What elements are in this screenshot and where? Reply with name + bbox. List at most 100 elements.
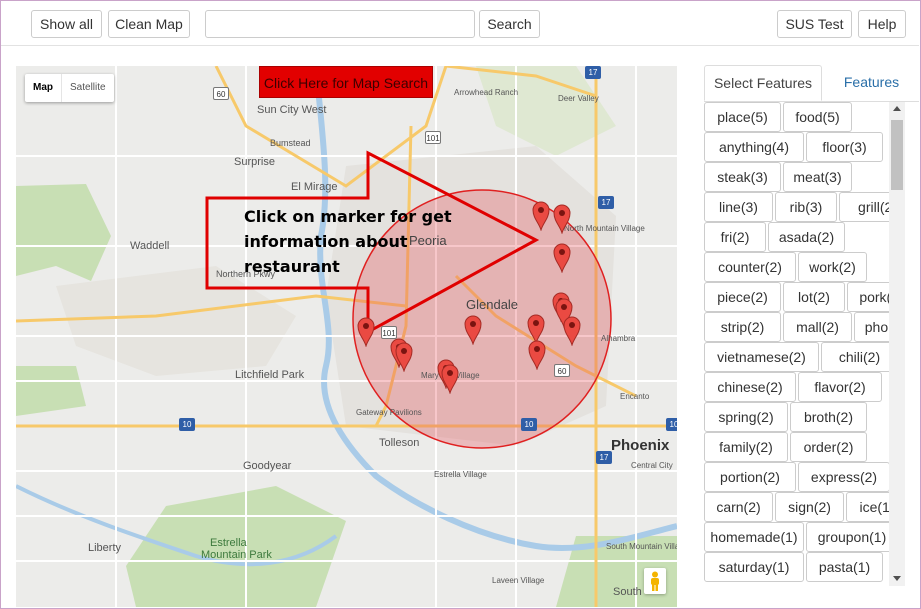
feature-tag-button[interactable]: spring(2) bbox=[704, 402, 788, 432]
place-label: Central City bbox=[631, 461, 673, 470]
feature-tag-button[interactable]: steak(3) bbox=[704, 162, 781, 192]
place-label: Phoenix bbox=[611, 437, 670, 454]
map-canvas[interactable]: Sun City West Surprise El Mirage Waddell… bbox=[16, 66, 677, 607]
place-label: North Mountain Village bbox=[564, 224, 645, 233]
place-label: Alhambra bbox=[601, 334, 636, 343]
tab-select-features[interactable]: Select Features bbox=[704, 65, 822, 101]
place-label: Liberty bbox=[88, 542, 122, 554]
feature-tag-button[interactable]: broth(2) bbox=[790, 402, 867, 432]
feature-tag-button[interactable]: order(2) bbox=[790, 432, 867, 462]
feature-tag-button[interactable]: portion(2) bbox=[704, 462, 796, 492]
feature-tabs: Select Features Features bbox=[704, 65, 919, 102]
feature-tag-button[interactable]: meat(3) bbox=[783, 162, 852, 192]
place-label: Laveen Village bbox=[492, 576, 545, 585]
route-shield-icon: 17 bbox=[598, 196, 614, 209]
feature-tag-button[interactable]: saturday(1) bbox=[704, 552, 804, 582]
callout-line: restaurant bbox=[244, 257, 340, 276]
feature-tag-button[interactable]: flavor(2) bbox=[798, 372, 882, 402]
route-shield-icon: 10 bbox=[179, 418, 195, 431]
route-shield-icon: 60 bbox=[213, 87, 229, 100]
feature-tag-button[interactable]: groupon(1) bbox=[806, 522, 889, 552]
map-type-control: Map Satellite bbox=[25, 74, 114, 102]
map-search-banner-button[interactable]: Click Here for Map Search bbox=[259, 66, 433, 98]
place-label: Bumstead bbox=[270, 138, 311, 148]
feature-tag-button[interactable]: family(2) bbox=[704, 432, 788, 462]
street-view-pegman-icon[interactable] bbox=[644, 568, 666, 594]
show-all-button[interactable]: Show all bbox=[31, 10, 102, 38]
feature-tag-button[interactable]: chinese(2) bbox=[704, 372, 796, 402]
place-label: Encanto bbox=[620, 392, 650, 401]
feature-tag-button[interactable]: rib(3) bbox=[775, 192, 837, 222]
search-button[interactable]: Search bbox=[479, 10, 540, 38]
scroll-up-arrow-icon[interactable] bbox=[893, 106, 901, 111]
feature-tag-button[interactable]: fri(2) bbox=[704, 222, 766, 252]
feature-tag-button[interactable]: lot(2) bbox=[783, 282, 845, 312]
feature-tag-button[interactable]: piece(2) bbox=[704, 282, 781, 312]
restaurant-marker-icon[interactable] bbox=[528, 340, 546, 370]
feature-tag-button[interactable]: mall(2) bbox=[783, 312, 852, 342]
map-type-satellite-button[interactable]: Satellite bbox=[62, 74, 114, 102]
restaurant-marker-icon[interactable] bbox=[553, 243, 571, 273]
feature-tag-button[interactable]: strip(2) bbox=[704, 312, 781, 342]
place-label: South Mountain Village bbox=[606, 542, 677, 551]
route-shield-icon: 10 bbox=[666, 418, 677, 431]
scroll-down-arrow-icon[interactable] bbox=[893, 576, 901, 581]
feature-tag-button[interactable]: place(5) bbox=[704, 102, 781, 132]
sus-test-button[interactable]: SUS Test bbox=[777, 10, 852, 38]
feature-tag-button[interactable]: homemade(1) bbox=[704, 522, 804, 552]
tab-features[interactable]: Features bbox=[824, 65, 919, 101]
place-label: Mountain Park bbox=[201, 549, 272, 561]
clean-map-button[interactable]: Clean Map bbox=[108, 10, 190, 38]
restaurant-marker-icon[interactable] bbox=[395, 342, 413, 372]
feature-tag-button[interactable]: counter(2) bbox=[704, 252, 796, 282]
feature-tag-list: place(5) food(5) anything(4) floor(3) steak(… bbox=[703, 102, 889, 586]
route-shield-icon: 101 bbox=[425, 131, 441, 144]
restaurant-marker-icon[interactable] bbox=[563, 316, 581, 346]
place-label: Gateway Pavilions bbox=[356, 408, 422, 417]
feature-tag-button[interactable]: line(3) bbox=[704, 192, 773, 222]
feature-tag-button[interactable]: food(5) bbox=[783, 102, 852, 132]
feature-tag-button[interactable]: pasta(1) bbox=[806, 552, 883, 582]
feature-tag-button[interactable]: carn(2) bbox=[704, 492, 773, 522]
tag-list-scrollbar[interactable] bbox=[889, 102, 905, 586]
route-shield-icon: 60 bbox=[554, 364, 570, 377]
toolbar: Show all Clean Map Search SUS Test Help bbox=[1, 1, 919, 46]
feature-tag-button[interactable]: express(2) bbox=[798, 462, 889, 492]
feature-tag-button[interactable]: sign(2) bbox=[775, 492, 844, 522]
callout-line: Click on marker for get bbox=[244, 207, 452, 226]
feature-tag-button[interactable]: pho(2) bbox=[854, 312, 889, 342]
map-type-map-button[interactable]: Map bbox=[25, 74, 62, 102]
place-label: Estrella bbox=[210, 537, 247, 549]
scroll-thumb[interactable] bbox=[891, 120, 903, 190]
place-label: Estrella Village bbox=[434, 470, 487, 479]
feature-tag-button[interactable]: asada(2) bbox=[768, 222, 845, 252]
restaurant-marker-icon[interactable] bbox=[357, 317, 375, 347]
place-label: Tolleson bbox=[379, 437, 420, 449]
route-shield-icon: 17 bbox=[585, 66, 601, 79]
place-label: Litchfield Park bbox=[235, 369, 305, 381]
place-label: Surprise bbox=[234, 156, 275, 168]
feature-tag-button[interactable]: chili(2) bbox=[821, 342, 889, 372]
feature-tag-button[interactable]: pork(2) bbox=[847, 282, 889, 312]
feature-tag-button[interactable]: vietnamese(2) bbox=[704, 342, 819, 372]
search-input[interactable] bbox=[205, 10, 475, 38]
place-label: Glendale bbox=[466, 297, 519, 312]
restaurant-marker-icon[interactable] bbox=[553, 204, 571, 234]
feature-tag-button[interactable]: grill(2) bbox=[839, 192, 889, 222]
park-area bbox=[16, 184, 111, 281]
feature-tag-button[interactable]: ice(1) bbox=[846, 492, 889, 522]
place-label: Deer Valley bbox=[558, 94, 599, 103]
restaurant-marker-icon[interactable] bbox=[532, 201, 550, 231]
feature-tag-button[interactable]: work(2) bbox=[798, 252, 867, 282]
help-button[interactable]: Help bbox=[858, 10, 906, 38]
place-label: South bbox=[613, 586, 642, 598]
restaurant-marker-icon[interactable] bbox=[441, 364, 459, 394]
feature-tag-button[interactable]: floor(3) bbox=[806, 132, 883, 162]
place-label: Waddell bbox=[130, 240, 170, 252]
place-label: Sun City West bbox=[257, 104, 327, 116]
route-shield-icon: 10 bbox=[521, 418, 537, 431]
park-area bbox=[16, 366, 86, 416]
restaurant-marker-icon[interactable] bbox=[464, 315, 482, 345]
feature-tag-button[interactable]: anything(4) bbox=[704, 132, 804, 162]
place-label: Goodyear bbox=[243, 460, 292, 472]
